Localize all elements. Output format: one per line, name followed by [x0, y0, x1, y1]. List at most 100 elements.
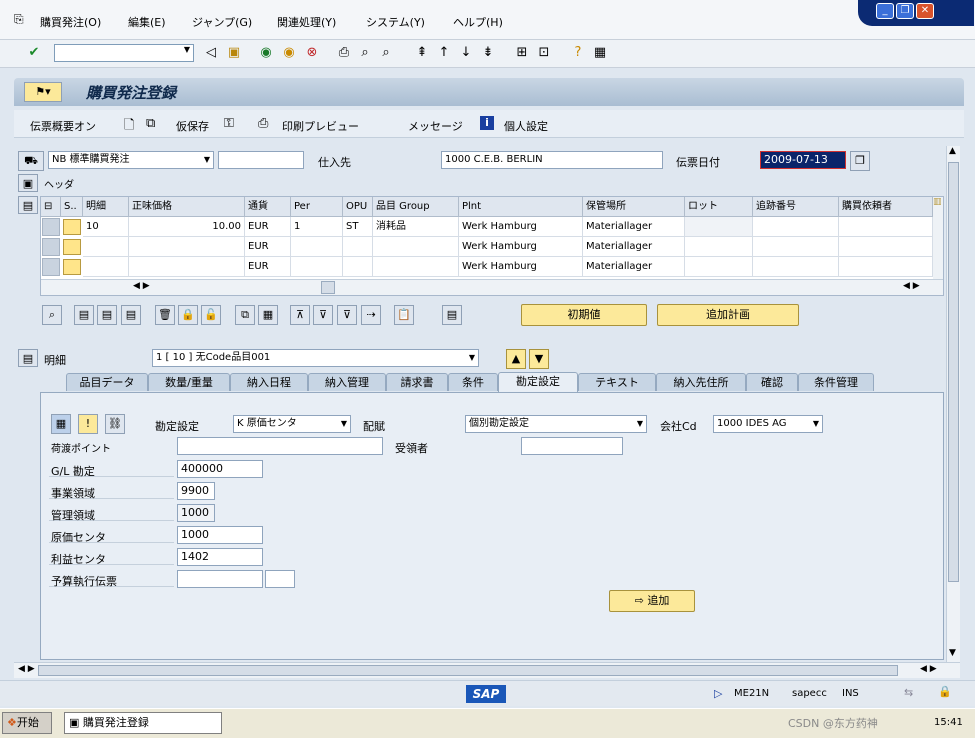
- default-values-button[interactable]: 初期値: [521, 304, 647, 326]
- enter-icon[interactable]: ✔: [26, 45, 42, 61]
- item-down-icon[interactable]: ▼: [529, 349, 549, 369]
- cell-tracking-number[interactable]: [753, 217, 839, 237]
- cell-net-price[interactable]: 10.00: [129, 217, 245, 237]
- unloading-point-field[interactable]: [177, 437, 383, 455]
- row-selector[interactable]: [42, 238, 60, 256]
- cell-currency[interactable]: EUR: [245, 257, 291, 277]
- tab-account-assignment[interactable]: 勘定設定: [498, 372, 578, 392]
- tab-conditions[interactable]: 条件: [448, 373, 498, 391]
- tab-material-data[interactable]: 品目データ: [66, 373, 148, 391]
- scroll-down-icon[interactable]: ▼: [949, 648, 956, 658]
- cell-tracking-number[interactable]: [753, 237, 839, 257]
- cell-opu[interactable]: [343, 237, 373, 257]
- tab-delivery-address[interactable]: 納入先住所: [656, 373, 746, 391]
- shortcut-icon[interactable]: ⊡: [536, 45, 552, 61]
- cell-material-group[interactable]: [373, 237, 459, 257]
- status-expand-icon[interactable]: ▷: [714, 687, 722, 700]
- close-button[interactable]: ✕: [916, 3, 934, 19]
- tab-quantity-weight[interactable]: 数量/重量: [148, 373, 230, 391]
- main-scroll-left-icon[interactable]: ◀ ▶: [18, 664, 35, 674]
- cell-item[interactable]: [83, 257, 129, 277]
- select-block-icon[interactable]: ▤: [121, 305, 141, 325]
- print-preview-button[interactable]: 印刷プレビュー: [282, 118, 359, 134]
- print-preview-icon[interactable]: ⎙: [258, 116, 268, 131]
- tab-confirmations[interactable]: 確認: [746, 373, 798, 391]
- cell-opu[interactable]: ST: [343, 217, 373, 237]
- main-scroll-thumb[interactable]: [948, 162, 959, 582]
- details-icon[interactable]: ⌕: [42, 305, 62, 325]
- col-batch[interactable]: ロット: [685, 197, 753, 217]
- restore-button[interactable]: ❐: [896, 3, 914, 19]
- cart-icon[interactable]: ⛟: [18, 151, 44, 171]
- cell-plant[interactable]: Werk Hamburg: [459, 217, 583, 237]
- calendar-icon[interactable]: ❐: [850, 151, 870, 171]
- new-document-icon[interactable]: 🗋: [124, 116, 134, 138]
- tab-condition-control[interactable]: 条件管理: [798, 373, 874, 391]
- menu-environment[interactable]: 関連処理(Y): [277, 14, 336, 30]
- doc-type-select[interactable]: NB 標準購買発注: [48, 151, 214, 169]
- exit-icon[interactable]: ◉: [281, 45, 297, 61]
- po-number-field[interactable]: [218, 151, 304, 169]
- scroll-up-icon[interactable]: ▲: [949, 146, 956, 156]
- cell-opu[interactable]: [343, 257, 373, 277]
- cell-batch[interactable]: [685, 237, 753, 257]
- row-selector[interactable]: [42, 258, 60, 276]
- company-code-select[interactable]: 1000 IDES AG: [713, 415, 823, 433]
- account-assignment-select[interactable]: K 原価センタ: [233, 415, 351, 433]
- col-plant[interactable]: Plnt: [459, 197, 583, 217]
- cell-item[interactable]: [83, 237, 129, 257]
- cell-storage-location[interactable]: Materiallager: [583, 237, 685, 257]
- cell-plant[interactable]: Werk Hamburg: [459, 237, 583, 257]
- minimize-button[interactable]: _: [876, 3, 894, 19]
- profit-center-field[interactable]: 1402: [177, 548, 263, 566]
- item-detail-collapse-icon[interactable]: ▤: [18, 349, 38, 367]
- find-icon[interactable]: ⌕: [357, 45, 373, 61]
- vendor-field[interactable]: 1000 C.E.B. BERLIN: [441, 151, 663, 169]
- hold-button[interactable]: 仮保存: [176, 118, 209, 134]
- new-session-icon[interactable]: ⊞: [514, 45, 530, 61]
- unlock-icon[interactable]: 🔓: [201, 305, 221, 325]
- personal-settings-button[interactable]: 個人設定: [504, 118, 548, 134]
- col-item[interactable]: 明細: [83, 197, 129, 217]
- cell-requisitioner[interactable]: [839, 217, 933, 237]
- menu-system[interactable]: システム(Y): [366, 14, 425, 30]
- col-requisitioner[interactable]: 購買依頼者: [839, 197, 933, 217]
- layout-menu-icon[interactable]: ▦: [592, 45, 608, 61]
- cell-currency[interactable]: EUR: [245, 217, 291, 237]
- cell-batch[interactable]: [685, 257, 753, 277]
- menu-edit[interactable]: 編集(E): [128, 14, 166, 30]
- cell-net-price[interactable]: [129, 257, 245, 277]
- header-expand-icon[interactable]: ▣: [18, 174, 38, 192]
- grid-vertical-scrollbar[interactable]: ▥: [933, 197, 943, 279]
- account-change-icon[interactable]: ⛓: [105, 414, 125, 434]
- save-icon[interactable]: ▣: [226, 45, 242, 61]
- col-storage-location[interactable]: 保管場所: [583, 197, 685, 217]
- item-select-dropdown[interactable]: 1 [ 10 ] 无Code品目001: [152, 349, 479, 367]
- help-icon[interactable]: ?: [570, 45, 586, 61]
- sap-menu-icon[interactable]: ⎘: [14, 12, 24, 27]
- select-all-icon[interactable]: ▤: [74, 305, 94, 325]
- main-vertical-scrollbar[interactable]: ▲ ▼: [946, 146, 960, 662]
- set-filter-icon[interactable]: ⊽: [337, 305, 357, 325]
- funds-commitment-item-field[interactable]: [265, 570, 295, 588]
- cell-material-group[interactable]: [373, 257, 459, 277]
- cell-per[interactable]: 1: [291, 217, 343, 237]
- item-up-icon[interactable]: ▲: [506, 349, 526, 369]
- row-selector[interactable]: [42, 218, 60, 236]
- single-view-icon[interactable]: ▦: [51, 414, 71, 434]
- lock-icon[interactable]: 🔒: [178, 305, 198, 325]
- cell-currency[interactable]: EUR: [245, 237, 291, 257]
- info-icon[interactable]: i: [480, 116, 494, 130]
- scroll-thumb[interactable]: [321, 281, 335, 294]
- cell-net-price[interactable]: [129, 237, 245, 257]
- grid-horizontal-scrollbar[interactable]: ◀ ▶ ◀ ▶: [41, 279, 943, 295]
- tab-invoice[interactable]: 請求書: [386, 373, 448, 391]
- cell-item[interactable]: 10: [83, 217, 129, 237]
- column-settings-icon[interactable]: ▥: [933, 197, 942, 207]
- services-object-icon[interactable]: ⚑▾: [24, 82, 62, 102]
- col-status[interactable]: S..: [61, 197, 83, 217]
- col-opu[interactable]: OPU: [343, 197, 373, 217]
- tab-delivery[interactable]: 納入管理: [308, 373, 386, 391]
- col-tracking-number[interactable]: 追跡番号: [753, 197, 839, 217]
- cell-storage-location[interactable]: Materiallager: [583, 257, 685, 277]
